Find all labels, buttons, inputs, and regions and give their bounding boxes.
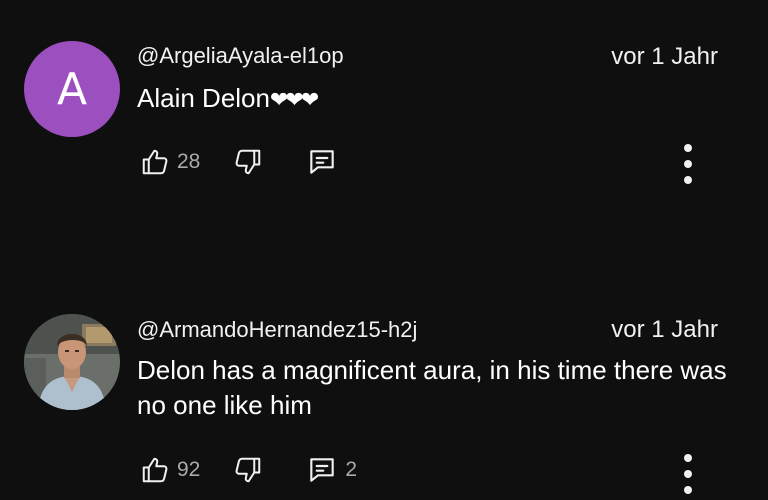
comment-actions: 28: [140, 144, 338, 180]
comment-author[interactable]: @ArgeliaAyala-el1op: [137, 43, 344, 69]
comment-author[interactable]: @ArmandoHernandez15-h2j: [137, 317, 417, 343]
thumbs-up-icon: [140, 455, 170, 485]
comment-actions: 92 2: [140, 452, 357, 488]
comment-text-body: Alain Delon: [137, 83, 270, 113]
reply-button[interactable]: 2: [306, 454, 357, 486]
like-button[interactable]: 28: [140, 147, 200, 177]
dislike-button[interactable]: [233, 455, 263, 485]
comment-text: Alain Delon❤❤❤: [137, 81, 737, 118]
more-vert-icon: [684, 454, 692, 462]
reply-count: 2: [345, 458, 358, 481]
avatar[interactable]: A: [24, 41, 120, 137]
heart-emoji: ❤❤❤: [269, 88, 319, 113]
more-options-button[interactable]: [676, 144, 700, 184]
more-vert-icon: [684, 144, 692, 152]
thumbs-down-icon: [233, 455, 263, 485]
like-button[interactable]: 92: [140, 455, 200, 485]
avatar[interactable]: [24, 314, 120, 410]
comment-icon: [306, 146, 338, 178]
thumbs-down-icon: [233, 147, 263, 177]
like-count: 92: [177, 458, 201, 481]
comment-icon: [306, 454, 338, 486]
dislike-button[interactable]: [233, 147, 263, 177]
comment-timestamp[interactable]: vor 1 Jahr: [611, 316, 718, 344]
thumbs-up-icon: [140, 147, 170, 177]
reply-button[interactable]: [306, 146, 338, 178]
avatar-letter: A: [56, 63, 88, 115]
like-count: 28: [177, 150, 201, 173]
comment-timestamp[interactable]: vor 1 Jahr: [611, 43, 718, 71]
more-options-button[interactable]: [676, 454, 700, 494]
comment-text: Delon has a magnificent aura, in his tim…: [137, 355, 727, 420]
